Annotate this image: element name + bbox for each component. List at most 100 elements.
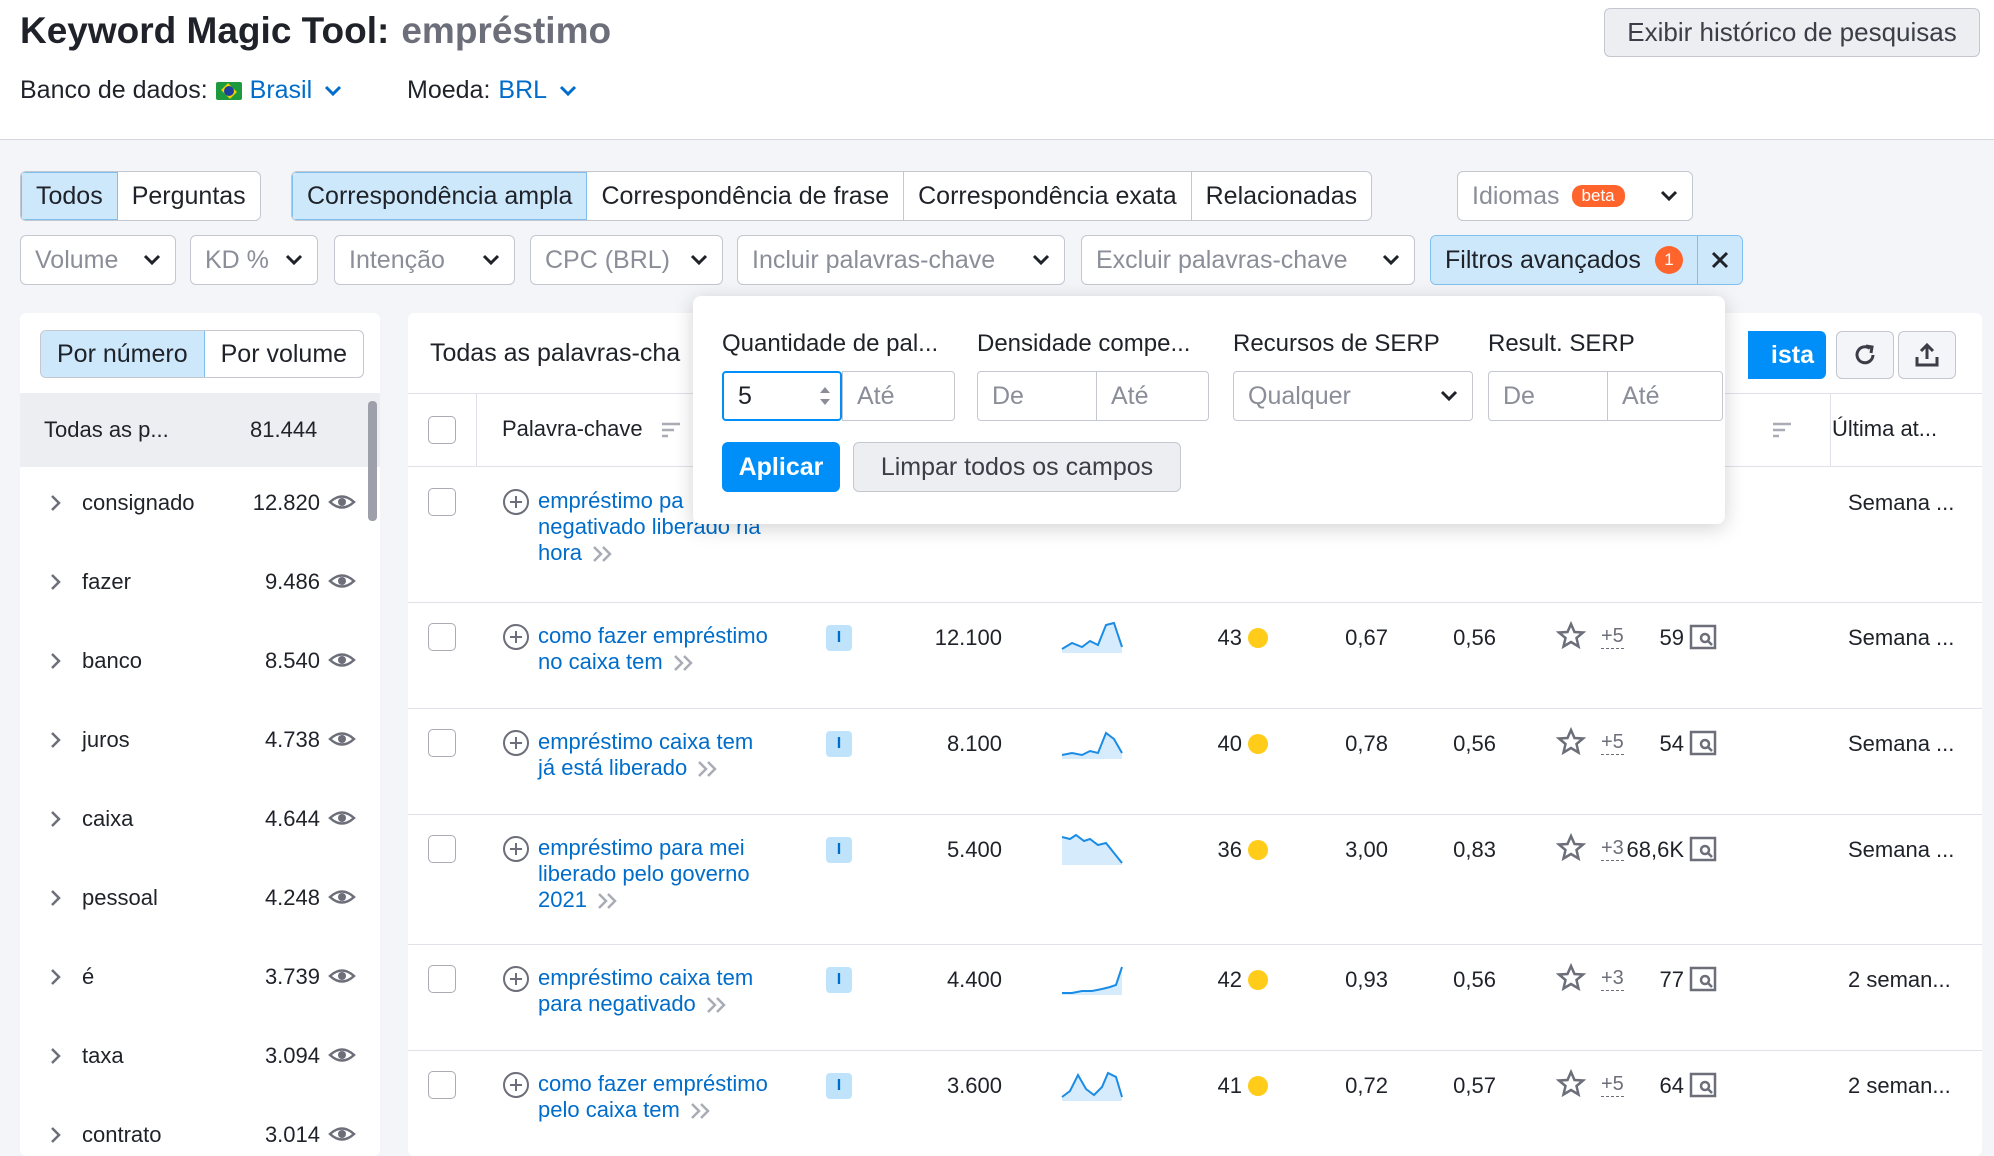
group-item[interactable]: fazer 9.486 (20, 552, 380, 612)
chevron-right-icon[interactable] (50, 810, 62, 828)
search-history-button[interactable]: Exibir histórico de pesquisas (1604, 8, 1980, 57)
export-button[interactable] (1898, 331, 1956, 379)
kd-filter[interactable]: KD % (190, 235, 318, 285)
serp-results-from-input[interactable]: De (1488, 371, 1608, 421)
double-chevron-right-icon[interactable] (706, 996, 728, 1014)
column-results-sort[interactable] (1772, 418, 1792, 444)
add-keyword-icon[interactable] (502, 623, 530, 651)
chevron-right-icon[interactable] (50, 731, 62, 749)
group-item[interactable]: caixa 4.644 (20, 789, 380, 849)
add-to-list-button[interactable]: ista (1748, 331, 1826, 379)
include-keywords-filter[interactable]: Incluir palavras-chave (737, 235, 1065, 285)
cpc-value: 0,78 (1345, 731, 1388, 756)
eye-icon[interactable] (328, 807, 356, 829)
density-to-input[interactable]: Até (1096, 371, 1209, 421)
double-chevron-right-icon[interactable] (690, 1102, 712, 1120)
chevron-right-icon[interactable] (50, 1126, 62, 1144)
double-chevron-right-icon[interactable] (597, 892, 619, 910)
serp-results-to-input[interactable]: Até (1607, 371, 1723, 421)
group-count: 4.248 (264, 885, 320, 910)
row-checkbox[interactable] (428, 623, 456, 651)
double-chevron-right-icon[interactable] (673, 654, 695, 672)
group-item[interactable]: taxa 3.094 (20, 1026, 380, 1086)
eye-icon[interactable] (328, 886, 356, 908)
group-count: 9.486 (264, 569, 320, 594)
chevron-right-icon[interactable] (50, 494, 62, 512)
cpc-filter[interactable]: CPC (BRL) (530, 235, 723, 285)
clear-all-fields-button[interactable]: Limpar todos os campos (853, 442, 1181, 492)
eye-icon[interactable] (328, 491, 356, 513)
add-keyword-icon[interactable] (502, 835, 530, 863)
tab-phrase-match[interactable]: Correspondência de frase (587, 172, 905, 220)
tab-exact-match[interactable]: Correspondência exata (904, 172, 1192, 220)
group-item[interactable]: pessoal 4.248 (20, 868, 380, 928)
keyword-link[interactable]: como fazer empréstimo no caixa tem (538, 623, 798, 675)
tab-by-number[interactable]: Por número (41, 331, 205, 377)
serp-preview-icon[interactable] (1688, 623, 1718, 651)
double-chevron-right-icon[interactable] (592, 545, 614, 563)
column-last-update[interactable]: Última at... (1832, 416, 1937, 442)
chevron-right-icon[interactable] (50, 652, 62, 670)
volume-filter[interactable]: Volume (20, 235, 176, 285)
row-checkbox[interactable] (428, 488, 456, 516)
add-keyword-icon[interactable] (502, 729, 530, 757)
chevron-right-icon[interactable] (50, 889, 62, 907)
tab-by-volume[interactable]: Por volume (205, 331, 363, 377)
eye-icon[interactable] (328, 1044, 356, 1066)
word-count-to-input[interactable]: Até (842, 371, 955, 421)
eye-icon[interactable] (328, 965, 356, 987)
serp-preview-icon[interactable] (1688, 1071, 1718, 1099)
exclude-keywords-filter[interactable]: Excluir palavras-chave (1081, 235, 1415, 285)
database-selector[interactable]: Banco de dados: Brasil (20, 76, 342, 105)
double-chevron-right-icon[interactable] (697, 760, 719, 778)
serp-features-dropdown[interactable]: Qualquer (1233, 371, 1473, 421)
eye-icon[interactable] (328, 649, 356, 671)
group-item[interactable]: é 3.739 (20, 947, 380, 1007)
tab-all[interactable]: Todos (21, 172, 118, 220)
chevron-right-icon[interactable] (50, 1047, 62, 1065)
chevron-down-icon (1382, 254, 1400, 266)
tab-broad-match[interactable]: Correspondência ampla (292, 172, 588, 220)
group-all-keywords[interactable]: Todas as p... 81.444 (20, 393, 380, 467)
serp-feature-star-icon (1556, 833, 1586, 862)
select-all-checkbox[interactable] (428, 416, 456, 444)
row-checkbox[interactable] (428, 835, 456, 863)
keyword-link[interactable]: empréstimo para mei liberado pelo governo… (538, 835, 798, 913)
group-item[interactable]: contrato 3.014 (20, 1105, 380, 1156)
chevron-right-icon[interactable] (50, 968, 62, 986)
group-item[interactable]: banco 8.540 (20, 631, 380, 691)
tab-related[interactable]: Relacionadas (1192, 172, 1371, 220)
chevron-right-icon[interactable] (50, 573, 62, 591)
tab-questions[interactable]: Perguntas (118, 172, 260, 220)
keyword-link[interactable]: empréstimo caixa tem já está liberado (538, 729, 798, 781)
row-checkbox[interactable] (428, 1071, 456, 1099)
column-keyword[interactable]: Palavra-chave (502, 416, 681, 442)
currency-selector[interactable]: Moeda: BRL (407, 76, 577, 105)
add-keyword-icon[interactable] (502, 1071, 530, 1099)
serp-preview-icon[interactable] (1688, 729, 1718, 757)
serp-preview-icon[interactable] (1688, 965, 1718, 993)
keyword-link[interactable]: empréstimo caixa tem para negativado (538, 965, 798, 1017)
apply-button[interactable]: Aplicar (722, 442, 840, 492)
eye-icon[interactable] (328, 728, 356, 750)
eye-icon[interactable] (328, 1123, 356, 1145)
keyword-link[interactable]: como fazer empréstimo pelo caixa tem (538, 1071, 798, 1123)
refresh-button[interactable] (1836, 331, 1894, 379)
row-checkbox[interactable] (428, 729, 456, 757)
add-keyword-icon[interactable] (502, 488, 530, 516)
row-checkbox[interactable] (428, 965, 456, 993)
density-from-input[interactable]: De (977, 371, 1097, 421)
group-item[interactable]: consignado 12.820 (20, 473, 380, 533)
eye-icon[interactable] (328, 570, 356, 592)
advanced-filters-button[interactable]: Filtros avançados 1 (1431, 236, 1698, 284)
intent-filter[interactable]: Intenção (334, 235, 515, 285)
number-stepper-icon[interactable] (818, 383, 832, 409)
trend-sparkline (1061, 621, 1123, 653)
word-count-from-input[interactable]: 5 (722, 371, 842, 421)
languages-dropdown[interactable]: Idiomas beta (1457, 171, 1693, 221)
clear-advanced-filters-button[interactable] (1697, 236, 1742, 284)
group-count: 8.540 (264, 648, 320, 673)
add-keyword-icon[interactable] (502, 965, 530, 993)
group-item[interactable]: juros 4.738 (20, 710, 380, 770)
serp-preview-icon[interactable] (1688, 835, 1718, 863)
